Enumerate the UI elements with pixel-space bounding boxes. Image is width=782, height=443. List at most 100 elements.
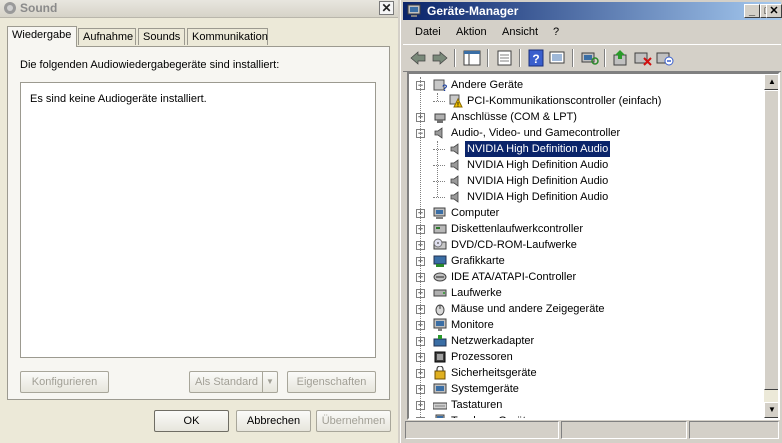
tab-kommunikation[interactable]: Kommunikation	[187, 28, 268, 45]
tree-item-label[interactable]: Prozessoren	[449, 349, 515, 365]
tree-item-label[interactable]: Diskettenlaufwerkcontroller	[449, 221, 585, 237]
tree-category-row[interactable]: +Tragbare Geräte	[409, 413, 764, 418]
show-hidden-icon[interactable]	[548, 49, 568, 67]
tree-device-row[interactable]: NVIDIA High Definition Audio	[409, 173, 764, 189]
tree-connector	[433, 165, 445, 166]
tree-item-label[interactable]: Audio-, Video- und Gamecontroller	[449, 125, 622, 141]
tree-category-row[interactable]: −? Andere Geräte	[409, 77, 764, 93]
tab-aufnahme[interactable]: Aufnahme	[78, 28, 136, 45]
monitor-icon	[433, 318, 447, 332]
tree-item-label[interactable]: Mäuse und andere Zeigegeräte	[449, 301, 607, 317]
tree-device-row[interactable]: NVIDIA High Definition Audio	[409, 189, 764, 205]
cancel-button[interactable]: Abbrechen	[236, 410, 311, 432]
tree-item-label[interactable]: Computer	[449, 205, 501, 221]
devmgr-titlebar[interactable]: Geräte-Manager _ □ ✕	[403, 2, 781, 20]
tree-category-row[interactable]: + Netzwerkadapter	[409, 333, 764, 349]
tree-item-label[interactable]: Tragbare Geräte	[449, 413, 534, 418]
vertical-scrollbar[interactable]: ▲ ▼	[764, 74, 778, 418]
toolbar-separator	[519, 49, 521, 67]
scroll-thumb[interactable]	[764, 90, 778, 390]
sound-title: Sound	[20, 1, 58, 15]
update-driver-icon[interactable]	[611, 49, 631, 67]
toolbar-separator	[604, 49, 606, 67]
uninstall-icon[interactable]	[633, 49, 653, 67]
menu-datei[interactable]: Datei	[415, 26, 441, 38]
set-default-button[interactable]: Als Standard ▼	[189, 371, 278, 393]
tab-sounds[interactable]: Sounds	[138, 28, 185, 45]
properties-button[interactable]: Eigenschaften	[287, 371, 376, 393]
scroll-down-button[interactable]: ▼	[764, 402, 778, 418]
ide-controller-icon	[433, 270, 447, 284]
device-tree[interactable]: −? Andere Geräte! PCI-Kommunikationscontro…	[407, 72, 780, 420]
forward-arrow-icon[interactable]	[430, 49, 450, 67]
tree-category-row[interactable]: + Grafikkarte	[409, 253, 764, 269]
back-arrow-icon[interactable]	[408, 49, 428, 67]
tree-category-row[interactable]: + Anschlüsse (COM & LPT)	[409, 109, 764, 125]
sound-close-button[interactable]: ✕	[379, 1, 394, 15]
tree-category-row[interactable]: + Laufwerke	[409, 285, 764, 301]
tree-connector	[433, 149, 445, 150]
tree-device-row[interactable]: NVIDIA High Definition Audio	[409, 140, 764, 158]
tree-category-row[interactable]: + Diskettenlaufwerkcontroller	[409, 221, 764, 237]
mouse-icon	[433, 302, 447, 316]
scan-hardware-icon[interactable]	[580, 49, 600, 67]
status-bar	[403, 421, 781, 441]
tab-wiedergabe[interactable]: Wiedergabe	[7, 26, 77, 47]
tree-category-row[interactable]: + DVD/CD-ROM-Laufwerke	[409, 237, 764, 253]
tree-item-label[interactable]: Sicherheitsgeräte	[449, 365, 539, 381]
tree-item-label[interactable]: Monitore	[449, 317, 496, 333]
tree-item-label[interactable]: Laufwerke	[449, 285, 504, 301]
tree-item-label[interactable]: Anschlüsse (COM & LPT)	[449, 109, 579, 125]
tree-category-row[interactable]: + Sicherheitsgeräte	[409, 365, 764, 381]
tree-item-label[interactable]: PCI-Kommunikationscontroller (einfach)	[465, 93, 663, 109]
tree-item-label[interactable]: Systemgeräte	[449, 381, 521, 397]
tree-item-label[interactable]: IDE ATA/ATAPI-Controller	[449, 269, 578, 285]
tree-item-label[interactable]: NVIDIA High Definition Audio	[465, 189, 610, 205]
empty-device-message: Es sind keine Audiogeräte installiert.	[30, 93, 207, 105]
minimize-button[interactable]: _	[744, 4, 760, 18]
security-device-icon	[433, 365, 447, 380]
configure-button[interactable]: Konfigurieren	[20, 371, 109, 393]
scroll-up-button[interactable]: ▲	[764, 74, 778, 90]
tree-device-row[interactable]: ! PCI-Kommunikationscontroller (einfach)	[409, 93, 764, 109]
tree-item-label[interactable]: Grafikkarte	[449, 253, 507, 269]
tree-category-row[interactable]: + Systemgeräte	[409, 381, 764, 397]
menu-bar: Datei Aktion Ansicht ?	[403, 22, 781, 42]
menu-help[interactable]: ?	[553, 26, 559, 38]
tree-category-row[interactable]: + Tastaturen	[409, 397, 764, 413]
dvd-drive-icon	[433, 238, 447, 252]
display-adapter-icon	[433, 254, 447, 268]
port-icon	[433, 110, 447, 124]
apply-button[interactable]: Übernehmen	[316, 410, 391, 432]
unknown-device-icon: ?	[433, 78, 448, 93]
sound-titlebar[interactable]: Sound ✕	[0, 0, 398, 18]
playback-device-list[interactable]: Es sind keine Audiogeräte installiert.	[20, 82, 376, 358]
tree-item-label[interactable]: NVIDIA High Definition Audio	[465, 157, 610, 173]
tree-item-label[interactable]: NVIDIA High Definition Audio	[463, 140, 612, 158]
tree-item-label[interactable]: Andere Geräte	[449, 77, 525, 93]
tree-category-row[interactable]: + Prozessoren	[409, 349, 764, 365]
disable-icon[interactable]	[655, 49, 675, 67]
properties-icon[interactable]	[495, 49, 515, 67]
tree-category-row[interactable]: + Computer	[409, 205, 764, 221]
tree-device-row[interactable]: NVIDIA High Definition Audio	[409, 157, 764, 173]
tree-category-row[interactable]: + Monitore	[409, 317, 764, 333]
tree-item-label[interactable]: Netzwerkadapter	[449, 333, 536, 349]
tree-category-row[interactable]: − Audio-, Video- und Gamecontroller	[409, 125, 764, 141]
svg-text:?: ?	[442, 83, 447, 92]
chevron-down-icon[interactable]: ▼	[262, 372, 277, 392]
console-tree-icon[interactable]	[462, 49, 482, 67]
ok-button[interactable]: OK	[154, 410, 229, 432]
tree-category-row[interactable]: + Mäuse und andere Zeigegeräte	[409, 301, 764, 317]
help-icon[interactable]: ?	[526, 49, 546, 67]
tree-item-label[interactable]: NVIDIA High Definition Audio	[465, 173, 610, 189]
tree-item-label[interactable]: DVD/CD-ROM-Laufwerke	[449, 237, 579, 253]
tree-trunk-line	[437, 93, 438, 101]
menu-ansicht[interactable]: Ansicht	[502, 26, 538, 38]
toolbar-separator	[454, 49, 456, 67]
menu-aktion[interactable]: Aktion	[456, 26, 487, 38]
network-adapter-icon	[433, 334, 447, 348]
tree-item-label[interactable]: Tastaturen	[449, 397, 504, 413]
tree-category-row[interactable]: + IDE ATA/ATAPI-Controller	[409, 269, 764, 285]
devmgr-close-button[interactable]: ✕	[766, 4, 782, 18]
